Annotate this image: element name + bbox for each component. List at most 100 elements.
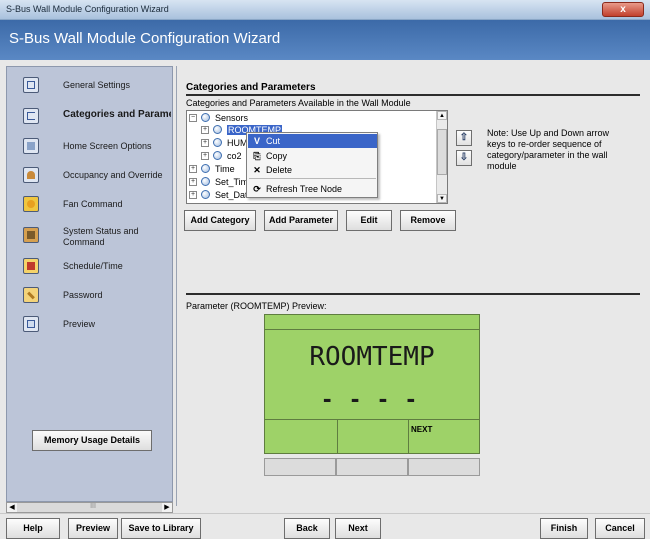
sidebar-item-occupancy-and-override[interactable]: Occupancy and Override bbox=[7, 167, 172, 197]
home-screen-icon bbox=[23, 138, 39, 154]
edit-button[interactable]: Edit bbox=[346, 210, 392, 231]
menu-item-label: Copy bbox=[266, 151, 288, 161]
lcd-softkey-2[interactable] bbox=[336, 458, 408, 476]
sidebar-item-home-screen-options[interactable]: Home Screen Options bbox=[7, 138, 172, 168]
lcd-preview-screen: ROOMTEMP - - - - NEXT bbox=[264, 314, 480, 454]
sidebar-item-label: System Status and Command bbox=[63, 226, 139, 247]
scroll-right-icon[interactable]: ▶ bbox=[162, 503, 172, 512]
arrow-down-icon: ⇩ bbox=[459, 152, 469, 163]
lcd-parameter-name: ROOMTEMP bbox=[309, 342, 435, 372]
tree-node-label: Time bbox=[215, 164, 235, 174]
cancel-button[interactable]: Cancel bbox=[595, 518, 645, 539]
sidebar-item-categories-and-parameters[interactable]: Categories and Parameters bbox=[7, 108, 172, 138]
wizard-title: S-Bus Wall Module Configuration Wizard bbox=[9, 30, 281, 47]
parameter-node-icon bbox=[213, 138, 222, 147]
preview-caption: Parameter (ROOMTEMP) Preview: bbox=[186, 301, 327, 311]
tree-caption: Categories and Parameters Available in t… bbox=[186, 98, 411, 108]
back-button[interactable]: Back bbox=[284, 518, 330, 539]
section-divider bbox=[186, 293, 640, 295]
sidebar-item-system-status-and-command[interactable]: System Status and Command bbox=[7, 223, 172, 259]
tree-node-label: co2 bbox=[227, 151, 242, 161]
expand-icon[interactable]: + bbox=[201, 152, 209, 160]
sidebar-item-label: Occupancy and Override bbox=[63, 170, 163, 180]
lcd-parameter-value: - - - - bbox=[322, 383, 422, 413]
cut-icon: V bbox=[253, 136, 260, 146]
scroll-thumb[interactable] bbox=[437, 129, 447, 175]
sidebar-item-password[interactable]: Password bbox=[7, 287, 172, 317]
scroll-left-icon[interactable]: ◀ bbox=[7, 503, 17, 512]
wizard-header: S-Bus Wall Module Configuration Wizard bbox=[0, 20, 650, 60]
preview-button[interactable]: Preview bbox=[68, 518, 118, 539]
tree-vertical-scrollbar[interactable]: ▲ ▼ bbox=[436, 111, 447, 203]
copy-icon: ⎘ bbox=[253, 151, 261, 161]
close-window-button[interactable]: x bbox=[602, 2, 644, 17]
expand-icon[interactable]: + bbox=[201, 139, 209, 147]
menu-item-copy[interactable]: ⎘ Copy bbox=[248, 149, 377, 163]
sidebar-item-preview[interactable]: Preview bbox=[7, 316, 172, 346]
help-button[interactable]: Help bbox=[6, 518, 60, 539]
lcd-softkey-3[interactable] bbox=[408, 458, 480, 476]
menu-separator bbox=[249, 178, 376, 179]
sidebar-item-fan-command[interactable]: Fan Command bbox=[7, 196, 172, 226]
tree-node-label: Set_Tim bbox=[215, 177, 249, 187]
category-node-icon bbox=[201, 190, 210, 199]
sidebar-item-label: Categories and Parameters bbox=[63, 109, 171, 120]
preview-icon bbox=[23, 316, 39, 332]
move-up-button[interactable]: ⇧ bbox=[456, 130, 472, 146]
occupancy-icon bbox=[23, 167, 39, 183]
menu-item-label: Refresh Tree Node bbox=[266, 184, 343, 194]
lcd-softkey-1[interactable] bbox=[264, 458, 336, 476]
lcd-softkey-divider bbox=[408, 419, 409, 454]
menu-item-label: Delete bbox=[266, 165, 293, 175]
tree-node-label: HUM bbox=[227, 138, 248, 148]
system-status-icon bbox=[23, 227, 39, 243]
parameter-node-icon bbox=[213, 151, 222, 160]
lcd-softkey-divider bbox=[337, 419, 338, 454]
lcd-divider bbox=[265, 419, 479, 420]
finish-button[interactable]: Finish bbox=[540, 518, 588, 539]
section-title: Categories and Parameters bbox=[186, 82, 316, 93]
add-parameter-button[interactable]: Add Parameter bbox=[264, 210, 338, 231]
sidebar-item-label: Fan Command bbox=[63, 199, 123, 209]
expand-icon[interactable]: + bbox=[201, 126, 209, 134]
remove-button[interactable]: Remove bbox=[400, 210, 456, 231]
expand-icon[interactable]: + bbox=[189, 165, 197, 173]
memory-usage-details-button[interactable]: Memory Usage Details bbox=[32, 430, 152, 451]
save-to-library-button[interactable]: Save to Library bbox=[121, 518, 201, 539]
sidebar-item-label: General Settings bbox=[63, 80, 131, 90]
expand-icon[interactable]: + bbox=[189, 178, 197, 186]
menu-item-delete[interactable]: ✕ Delete bbox=[248, 163, 377, 177]
category-node-icon bbox=[201, 164, 210, 173]
pane-divider[interactable] bbox=[176, 66, 177, 506]
menu-item-cut[interactable]: V Cut bbox=[248, 134, 377, 148]
add-category-button[interactable]: Add Category bbox=[184, 210, 256, 231]
categories-icon bbox=[23, 108, 39, 124]
sidebar-item-label: Schedule/Time bbox=[63, 261, 123, 271]
sidebar-item-general-settings[interactable]: General Settings bbox=[7, 77, 172, 107]
menu-item-refresh-tree-node[interactable]: ⟳ Refresh Tree Node bbox=[248, 182, 377, 196]
window-title: S-Bus Wall Module Configuration Wizard bbox=[6, 4, 169, 14]
expand-icon[interactable]: + bbox=[189, 191, 197, 199]
menu-item-label: Cut bbox=[266, 136, 281, 146]
sidebar-horizontal-scrollbar[interactable]: ◀ III ▶ bbox=[6, 502, 173, 513]
tree-node-label: Sensors bbox=[215, 113, 249, 123]
scroll-thumb[interactable]: III bbox=[80, 503, 106, 512]
move-down-button[interactable]: ⇩ bbox=[456, 150, 472, 166]
refresh-icon: ⟳ bbox=[253, 184, 261, 194]
sidebar-item-label: Preview bbox=[63, 319, 96, 329]
arrow-up-icon: ⇧ bbox=[459, 132, 469, 143]
tree-context-menu: V Cut ⎘ Copy ✕ Delete ⟳ Refresh Tree Nod… bbox=[246, 132, 378, 198]
category-node-icon bbox=[201, 177, 210, 186]
parameter-node-icon bbox=[213, 125, 222, 134]
scroll-down-icon[interactable]: ▼ bbox=[437, 194, 447, 203]
footer-divider bbox=[0, 513, 650, 514]
scroll-up-icon[interactable]: ▲ bbox=[437, 111, 447, 120]
lcd-next-label: NEXT bbox=[411, 425, 433, 434]
category-node-icon bbox=[201, 113, 210, 122]
section-divider bbox=[186, 94, 640, 96]
next-button[interactable]: Next bbox=[335, 518, 381, 539]
sidebar-item-schedule-time[interactable]: Schedule/Time bbox=[7, 258, 172, 288]
collapse-icon[interactable]: − bbox=[189, 114, 197, 122]
reorder-note: Note: Use Up and Down arrow keys to re-o… bbox=[487, 128, 610, 171]
lcd-divider bbox=[265, 329, 479, 330]
